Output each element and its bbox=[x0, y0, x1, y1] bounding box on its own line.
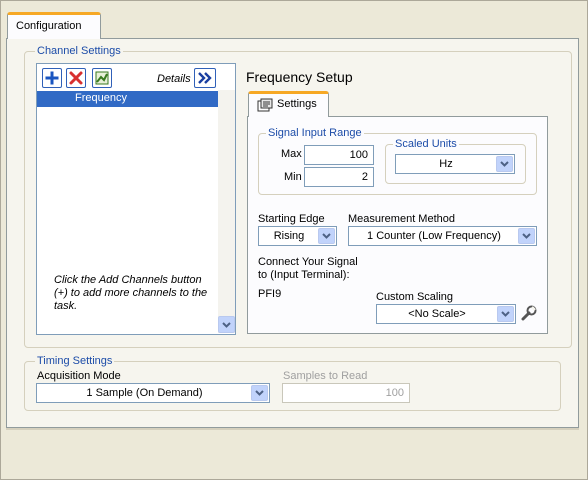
scroll-down-icon bbox=[222, 322, 231, 328]
chevron-down-icon bbox=[251, 385, 268, 401]
channel-settings-title: Channel Settings bbox=[35, 45, 123, 57]
input-terminal-value: PFI9 bbox=[258, 288, 282, 300]
tab-configuration[interactable]: Configuration bbox=[7, 12, 101, 39]
chevron-down-icon bbox=[496, 156, 513, 172]
bottom-divider bbox=[6, 428, 579, 430]
channel-list-item-label: Frequency bbox=[75, 92, 127, 104]
double-chevron-right-icon bbox=[198, 72, 212, 84]
signal-input-range-title: Signal Input Range bbox=[266, 127, 364, 139]
custom-channel-icon bbox=[95, 71, 109, 85]
remove-x-icon bbox=[69, 71, 83, 85]
tab-settings[interactable]: Settings bbox=[248, 91, 329, 117]
frequency-setup-title: Frequency Setup bbox=[246, 69, 353, 85]
custom-scaling-value: <No Scale> bbox=[408, 308, 466, 320]
starting-edge-value: Rising bbox=[273, 230, 305, 242]
channel-list-item[interactable]: Frequency bbox=[37, 91, 218, 107]
samples-to-read-input[interactable]: 100 bbox=[282, 383, 410, 403]
acquisition-mode-select[interactable]: 1 Sample (On Demand) bbox=[36, 383, 270, 403]
wrench-icon bbox=[521, 305, 537, 321]
acquisition-mode-label: Acquisition Mode bbox=[37, 370, 121, 382]
connect-signal-label: Connect Your Signal to (Input Terminal): bbox=[258, 256, 358, 281]
measurement-method-value: 1 Counter (Low Frequency) bbox=[367, 230, 501, 242]
details-toggle-button[interactable] bbox=[194, 68, 216, 88]
custom-scaling-wrench-button[interactable] bbox=[520, 304, 538, 322]
add-channel-button[interactable] bbox=[42, 68, 62, 88]
chevron-down-icon bbox=[318, 228, 335, 244]
min-label: Min bbox=[284, 171, 302, 183]
starting-edge-label: Starting Edge bbox=[258, 213, 325, 225]
plus-icon bbox=[45, 71, 59, 85]
min-input[interactable]: 2 bbox=[304, 167, 374, 187]
channel-list-scrollbar[interactable] bbox=[218, 90, 235, 333]
max-input[interactable]: 100 bbox=[304, 145, 374, 165]
max-input-value: 100 bbox=[349, 149, 368, 161]
max-label: Max bbox=[281, 148, 302, 160]
custom-scaling-select[interactable]: <No Scale> bbox=[376, 304, 516, 324]
chevron-down-icon bbox=[518, 228, 535, 244]
scaled-units-value: Hz bbox=[439, 158, 453, 170]
measurement-method-label: Measurement Method bbox=[348, 213, 455, 225]
scaled-units-select[interactable]: Hz bbox=[395, 154, 515, 174]
samples-to-read-label: Samples to Read bbox=[283, 370, 368, 382]
custom-channel-button[interactable] bbox=[92, 68, 112, 88]
tab-settings-label: Settings bbox=[277, 98, 317, 110]
samples-to-read-value: 100 bbox=[385, 387, 404, 399]
custom-scaling-label: Custom Scaling bbox=[376, 291, 454, 303]
scroll-down-button[interactable] bbox=[218, 316, 235, 333]
remove-channel-button[interactable] bbox=[66, 68, 86, 88]
starting-edge-select[interactable]: Rising bbox=[258, 226, 337, 246]
tab-configuration-label: Configuration bbox=[16, 20, 82, 32]
timing-settings-title: Timing Settings bbox=[35, 355, 115, 367]
add-channel-hint: Click the Add Channels button (+) to add… bbox=[54, 274, 208, 312]
settings-tab-icon bbox=[257, 98, 273, 115]
scaled-units-title: Scaled Units bbox=[393, 138, 459, 150]
measurement-method-select[interactable]: 1 Counter (Low Frequency) bbox=[348, 226, 537, 246]
min-input-value: 2 bbox=[361, 171, 368, 183]
acquisition-mode-value: 1 Sample (On Demand) bbox=[86, 387, 203, 399]
details-label: Details bbox=[157, 73, 191, 85]
chevron-down-icon bbox=[497, 306, 514, 322]
